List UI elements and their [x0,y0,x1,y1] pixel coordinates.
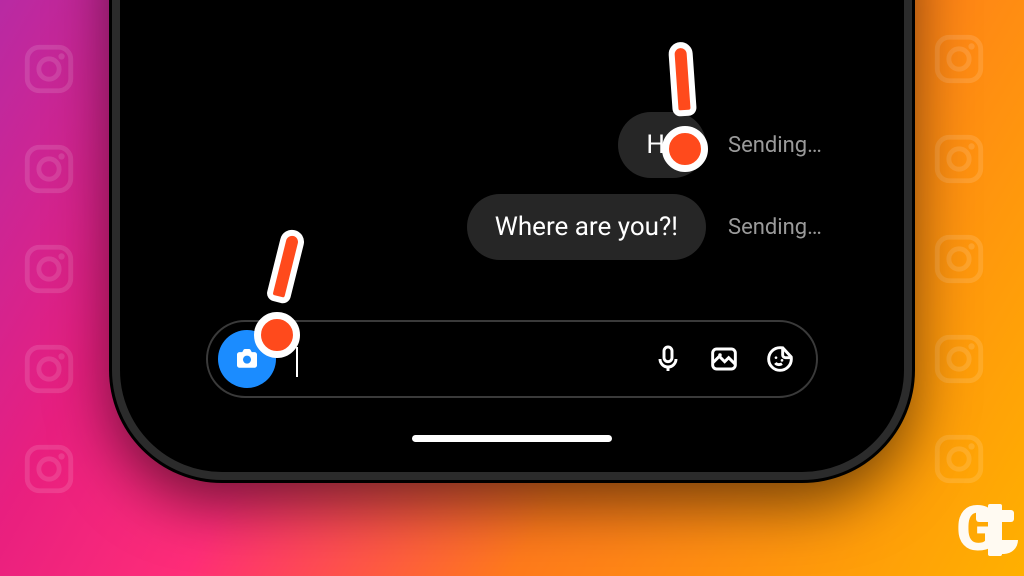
message-bubble[interactable]: Where are you?! [467,194,706,260]
home-indicator[interactable] [412,435,612,442]
phone-screen: Hi! Sending… Where are you?! Sending… [136,0,888,456]
watermark-text [988,494,1002,565]
gallery-icon [708,343,740,375]
watermark-logo: G [956,493,1002,566]
message-row: Where are you?! Sending… [136,186,888,268]
mic-icon [652,343,684,375]
sticker-button[interactable] [762,341,798,377]
text-cursor [296,347,298,377]
message-status: Sending… [728,133,848,158]
sticker-icon [764,343,796,375]
gallery-button[interactable] [706,341,742,377]
phone-frame: Hi! Sending… Where are you?! Sending… [112,0,912,480]
message-row: Hi! Sending… [136,104,888,186]
microphone-button[interactable] [650,341,686,377]
camera-button[interactable] [218,330,276,388]
message-status: Sending… [728,215,848,240]
message-composer [206,320,818,398]
camera-icon [232,344,262,374]
composer-actions [650,341,798,377]
message-list: Hi! Sending… Where are you?! Sending… [136,104,888,268]
message-bubble[interactable]: Hi! [618,112,706,178]
